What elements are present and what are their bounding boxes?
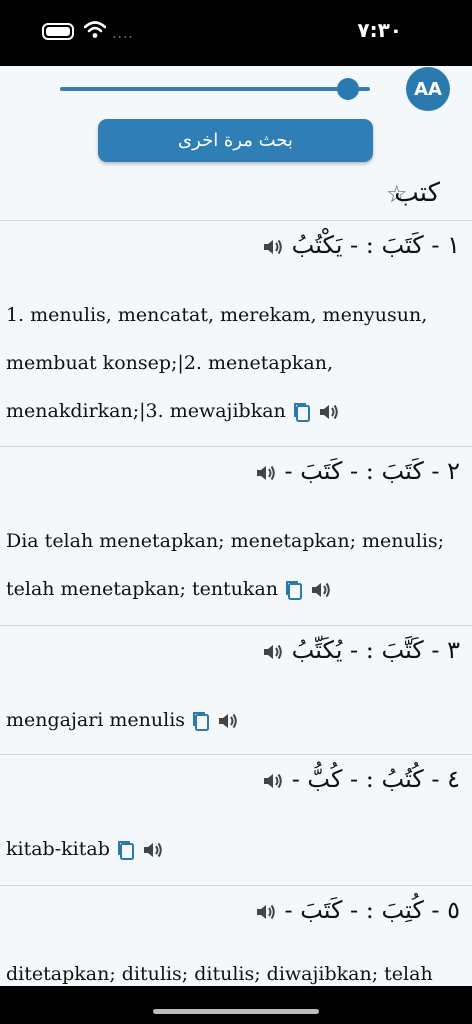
entry-2: ٢ - كَتَبَ : - كَتَبَ - Dia telah meneta… (0, 447, 472, 626)
speaker-icon[interactable] (310, 580, 332, 600)
entry-arabic-text: ٣ - كَتَّبَ : - يُكَتِّبُ (291, 636, 460, 664)
entry-3: ٣ - كَتَّبَ : - يُكَتِّبُ mengajari menu… (0, 626, 472, 755)
font-size-slider-thumb[interactable] (337, 78, 360, 100)
wifi-icon (84, 21, 106, 38)
entry-arabic: ١ - كَتَبَ : - يَكْتُبُ (256, 231, 460, 259)
speaker-icon[interactable] (318, 402, 340, 422)
entry-4: ٤ - كُتُبُ : - كُبُّ - kitab-kitab (0, 755, 472, 886)
speaker-icon[interactable] (262, 642, 284, 662)
entry-meaning-text: Dia telah menetapkan; menetapkan; menuli… (6, 530, 445, 600)
entry-meaning: ditetapkan; ditulis; ditulis; diwajibkan… (6, 950, 464, 986)
entry-5: ٥ - كُتِبَ : - كَتَبَ - ditetapkan; ditu… (0, 886, 472, 986)
copy-icon[interactable] (191, 710, 211, 732)
speaker-icon[interactable] (255, 902, 277, 922)
entry-meaning-text: mengajari menulis (6, 709, 186, 731)
copy-icon[interactable] (292, 401, 312, 423)
entry-meaning: mengajari menulis (6, 696, 464, 744)
speaker-icon[interactable] (142, 840, 164, 860)
entry-meaning-text: 1. menulis, mencatat, merekam, menyusun,… (6, 304, 428, 422)
home-indicator[interactable] (153, 1009, 319, 1014)
entry-arabic-text: ٢ - كَتَبَ : - كَتَبَ - (284, 457, 460, 485)
copy-icon[interactable] (116, 839, 136, 861)
entry-arabic: ٣ - كَتَّبَ : - يُكَتِّبُ (256, 636, 460, 664)
entry-arabic: ٢ - كَتَبَ : - كَتَبَ - (249, 457, 460, 485)
font-size-button[interactable]: AA (406, 67, 450, 111)
entry-arabic-text: ٤ - كُتُبُ : - كُبُّ - (291, 765, 460, 793)
entry-arabic-text: ١ - كَتَبَ : - يَكْتُبُ (291, 231, 460, 259)
status-bar: .... ٧:٣٠ (0, 0, 472, 66)
entry-meaning: 1. menulis, mencatat, merekam, menyusun,… (6, 291, 464, 435)
font-size-slider-track[interactable] (60, 87, 370, 91)
speaker-icon[interactable] (262, 771, 284, 791)
signal-dots: .... (112, 26, 134, 42)
bottom-bar (0, 986, 472, 1024)
battery-icon (42, 23, 74, 40)
entry-arabic-text: ٥ - كُتِبَ : - كَتَبَ - (284, 896, 460, 924)
speaker-icon[interactable] (255, 463, 277, 483)
entry-meaning: Dia telah menetapkan; menetapkan; menuli… (6, 517, 464, 613)
word-title: كتب (394, 178, 440, 208)
speaker-icon[interactable] (262, 237, 284, 257)
entry-meaning-text: ditetapkan; ditulis; ditulis; diwajibkan… (6, 963, 433, 985)
word-header: ☆ كتب (0, 170, 472, 221)
entry-1: ١ - كَتَبَ : - يَكْتُبُ 1. menulis, menc… (0, 221, 472, 447)
search-again-button[interactable]: بحث مرة اخرى (98, 119, 373, 162)
entry-meaning-text: kitab-kitab (6, 838, 110, 860)
entry-arabic: ٥ - كُتِبَ : - كَتَبَ - (249, 896, 460, 924)
clock: ٧:٣٠ (357, 18, 402, 42)
entry-arabic: ٤ - كُتُبُ : - كُبُّ - (256, 765, 460, 793)
entry-meaning: kitab-kitab (6, 825, 464, 873)
copy-icon[interactable] (284, 579, 304, 601)
speaker-icon[interactable] (217, 711, 239, 731)
